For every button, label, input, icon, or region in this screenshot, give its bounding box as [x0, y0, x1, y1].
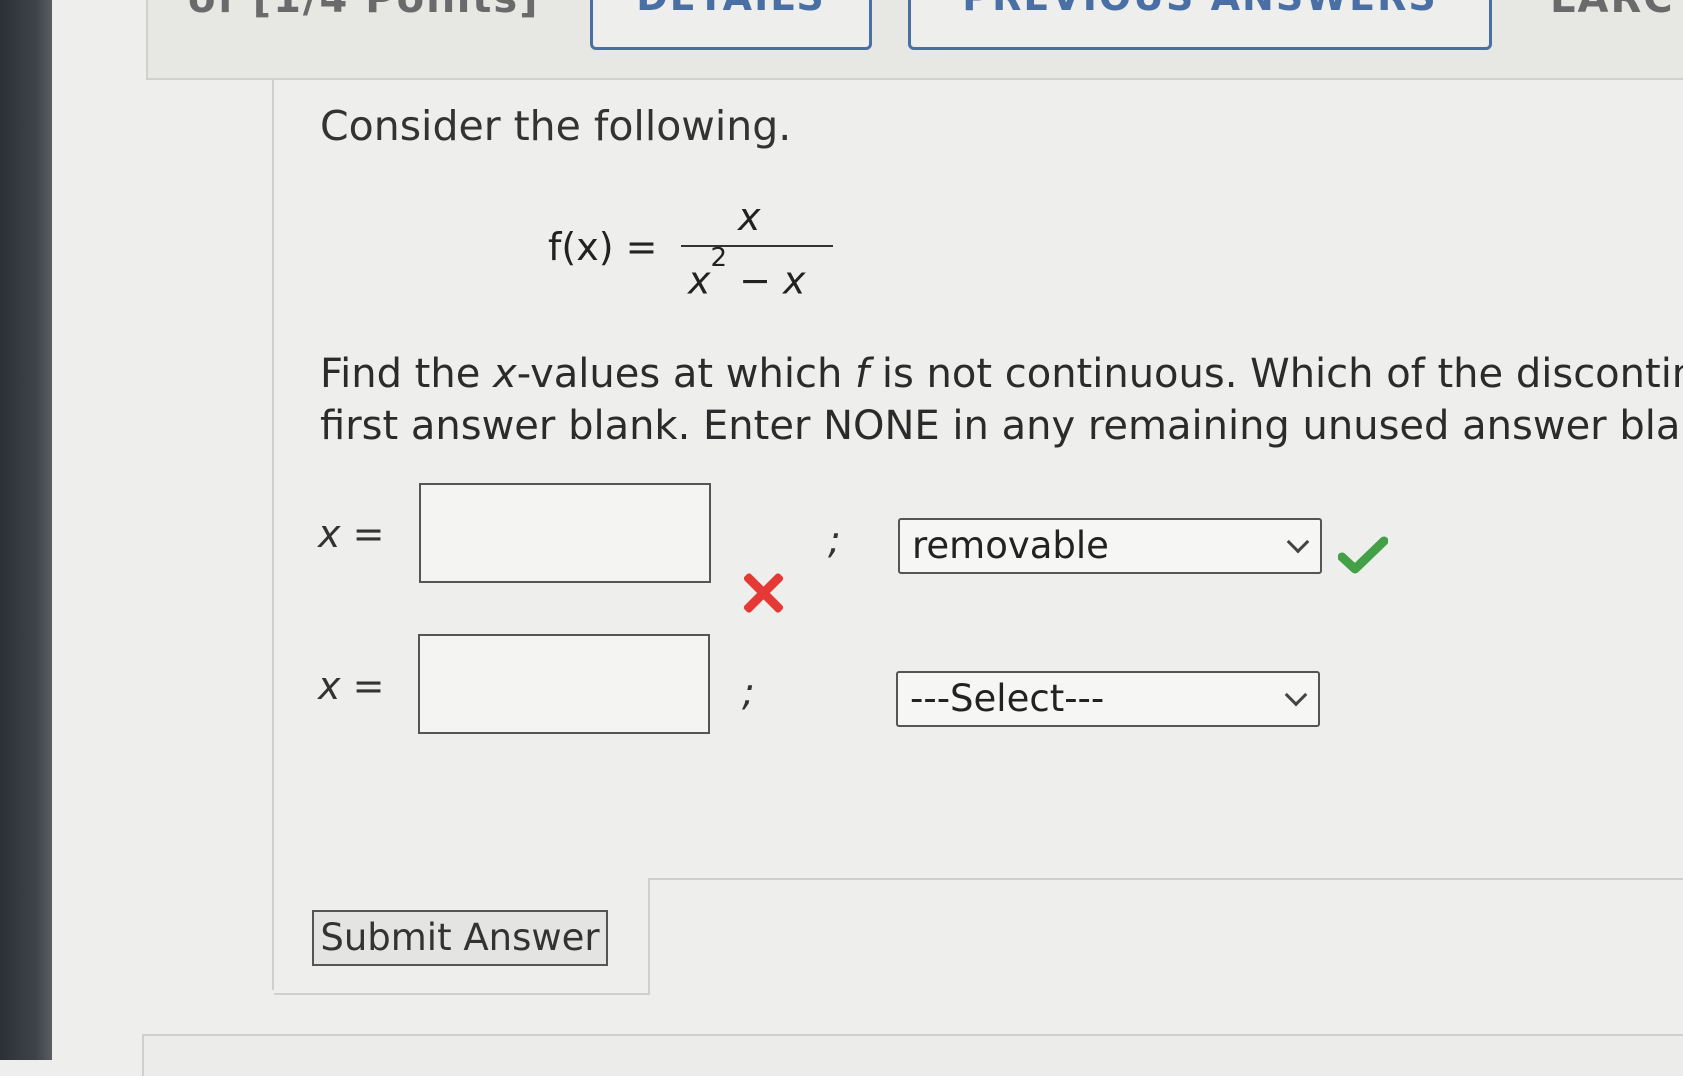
answer-1-select-value: removable [912, 524, 1109, 567]
answer-1-type-select[interactable]: removable [898, 518, 1322, 574]
answer-2-type-select[interactable]: ---Select--- [896, 671, 1320, 727]
question-header: of [1/4 Points] DETAILS PREVIOUS ANSWERS… [146, 0, 1683, 80]
formula-lhs: f(x) = [548, 225, 658, 269]
correct-icon [1338, 536, 1388, 574]
panel-bottom-border [274, 993, 650, 995]
question-line-2: first answer blank. Enter NONE in any re… [320, 403, 1683, 449]
header-fragment-right: LARC [1550, 0, 1675, 22]
submit-answer-button[interactable]: Submit Answer [312, 910, 608, 966]
chevron-down-icon [1284, 683, 1308, 707]
panel-divider-vertical [648, 878, 650, 993]
screen-bezel [0, 0, 52, 1060]
chevron-down-icon [1286, 530, 1310, 554]
answer-2-x-input[interactable] [418, 634, 710, 734]
question-text: Find the x-values at which f is not cont… [320, 348, 1683, 452]
fraction-bar [681, 245, 833, 247]
points-fragment: of [1/4 Points] [188, 0, 539, 22]
answer-2-label: x = [318, 664, 385, 708]
formula-numerator: x [738, 195, 761, 239]
previous-answers-button[interactable]: PREVIOUS ANSWERS [908, 0, 1492, 50]
question-line-1: Find the x-values at which f is not cont… [320, 351, 1683, 397]
answer-1-x-input[interactable] [419, 483, 711, 583]
details-button[interactable]: DETAILS [590, 0, 872, 50]
answer-2-separator: ; [742, 670, 755, 714]
answer-1-separator: ; [828, 518, 841, 562]
formula-denominator: x2 − x [688, 243, 806, 303]
answer-1-label: x = [318, 512, 385, 556]
incorrect-icon [740, 570, 786, 616]
problem-intro: Consider the following. [320, 102, 792, 150]
next-question-panel [142, 1034, 1683, 1076]
panel-divider [650, 878, 1683, 880]
answer-2-select-value: ---Select--- [910, 677, 1105, 720]
